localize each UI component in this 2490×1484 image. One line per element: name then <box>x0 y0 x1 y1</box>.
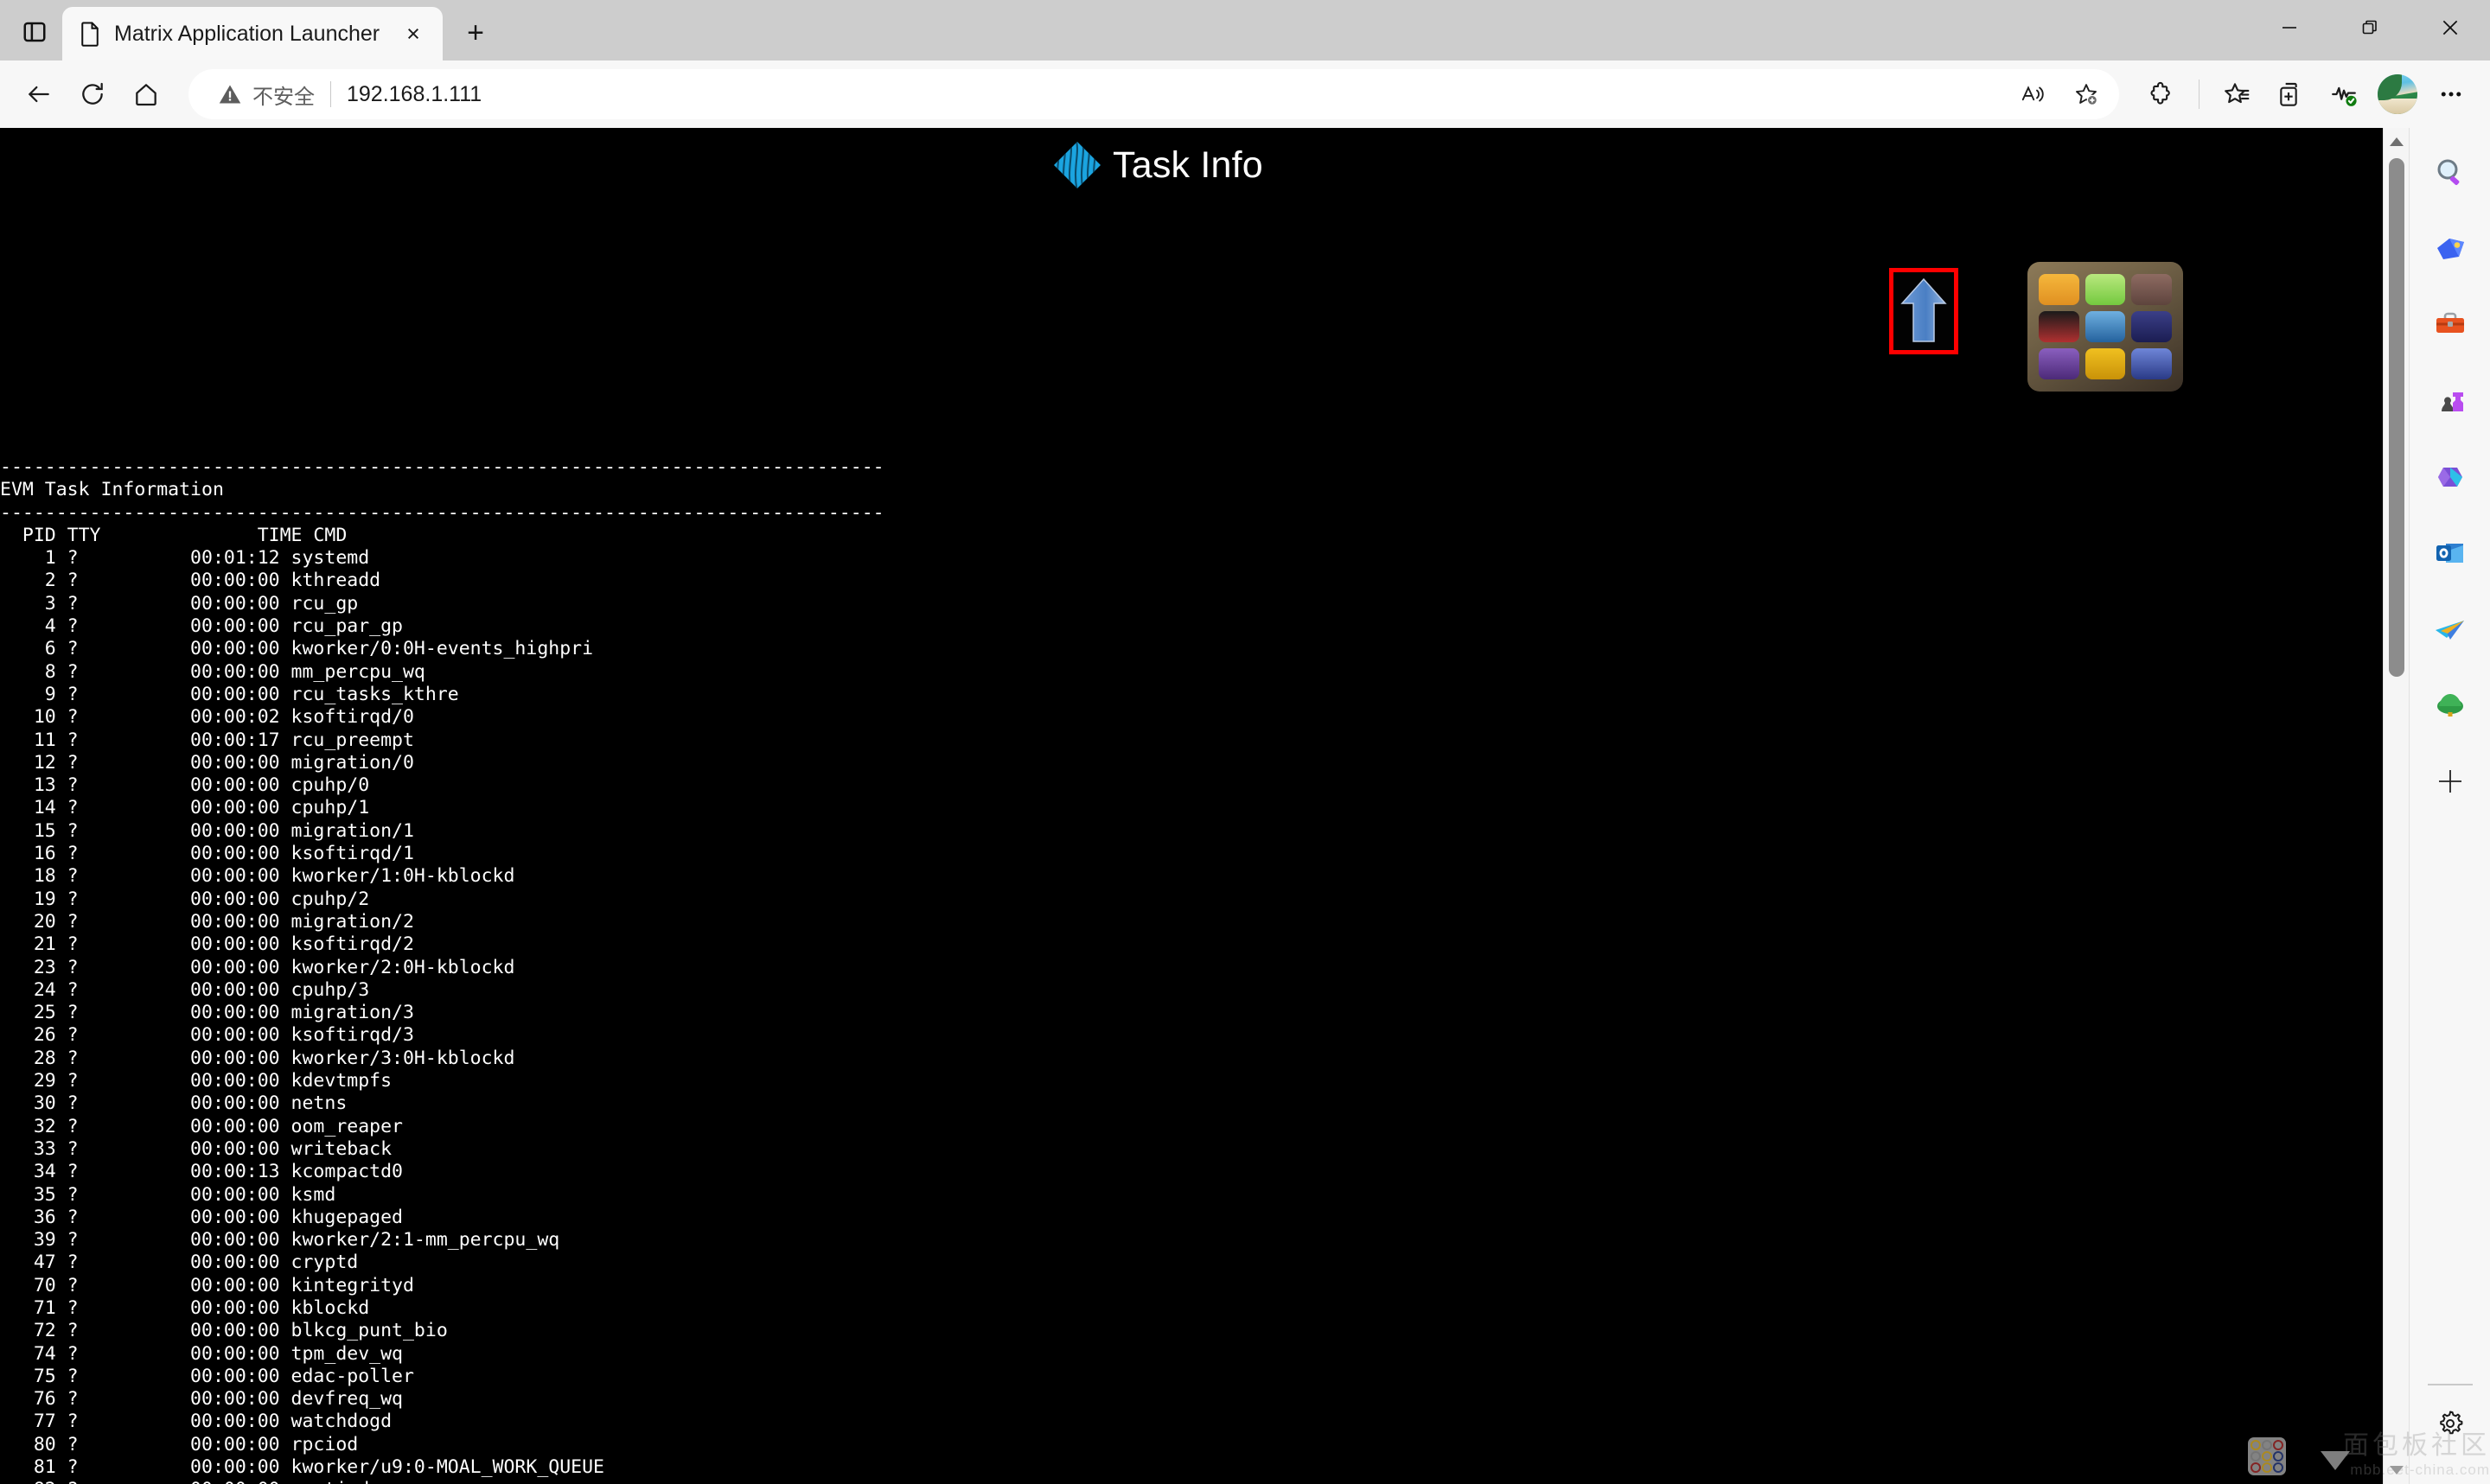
paper-plane-icon[interactable] <box>2421 600 2480 659</box>
blue-up-arrow-icon <box>1900 277 1947 342</box>
add-favorite-icon[interactable] <box>2062 70 2110 118</box>
sidebar-divider <box>2427 1384 2473 1385</box>
security-label: 不安全 <box>252 85 315 109</box>
url-text[interactable]: 192.168.1.111 <box>347 82 2008 107</box>
scroll-down-arrow-icon[interactable] <box>2384 1458 2409 1482</box>
shopping-tag-icon[interactable] <box>2421 220 2480 278</box>
toolbar-divider <box>2199 80 2200 109</box>
close-icon[interactable]: × <box>396 16 431 51</box>
document-icon <box>78 21 102 47</box>
extensions-icon[interactable] <box>2135 67 2188 121</box>
chip-icon[interactable] <box>2131 274 2172 305</box>
close-icon[interactable] <box>2410 0 2490 55</box>
browser-toolbar: 不安全 192.168.1.111 <box>0 61 2490 128</box>
matrix-wave-logo-icon <box>1050 138 1104 192</box>
refresh-icon[interactable] <box>66 67 119 121</box>
browser-tab[interactable]: Matrix Application Launcher × <box>62 7 443 61</box>
page-header: Task Info <box>0 128 2383 392</box>
gear-icon[interactable] <box>2421 1394 2480 1453</box>
scrollbar-thumb[interactable] <box>2389 158 2404 677</box>
2d-icon[interactable] <box>2085 274 2126 305</box>
tree-icon[interactable] <box>2421 676 2480 735</box>
security-warning[interactable]: 不安全 <box>218 80 315 110</box>
home-icon[interactable] <box>119 67 173 121</box>
omnibox-actions <box>2008 70 2110 118</box>
scroll-up-arrow-icon[interactable] <box>2384 130 2409 154</box>
read-aloud-icon[interactable] <box>2008 70 2057 118</box>
profile-avatar[interactable] <box>2371 67 2424 121</box>
page-title: Task Info <box>1113 143 1263 186</box>
gears-icon[interactable] <box>2039 348 2079 379</box>
more-options-icon[interactable] <box>2424 67 2478 121</box>
page-viewport: Task Info ------------------------------… <box>0 128 2490 1484</box>
application-launcher-grid[interactable] <box>2027 262 2183 392</box>
tab-strip: Matrix Application Launcher × + <box>0 0 2490 61</box>
usb-icon[interactable] <box>2131 311 2172 342</box>
avatar <box>2378 74 2417 114</box>
restore-icon[interactable] <box>2329 0 2410 55</box>
notes-icon[interactable] <box>2085 348 2126 379</box>
tools-icon[interactable] <box>2421 296 2480 354</box>
window-controls <box>2249 0 2490 55</box>
warning-triangle-icon <box>219 85 241 104</box>
add-icon[interactable] <box>2421 752 2480 811</box>
collections-icon[interactable] <box>2263 67 2317 121</box>
page-scrollbar[interactable] <box>2383 128 2409 1484</box>
brand: Task Info <box>1050 138 1263 192</box>
watermark-logo <box>2248 1437 2286 1475</box>
bug-icon[interactable] <box>2039 274 2079 305</box>
lock-icon[interactable] <box>2131 348 2172 379</box>
search-icon[interactable] <box>2421 143 2480 202</box>
new-tab-button[interactable]: + <box>451 9 500 57</box>
browser-essentials-icon[interactable] <box>2317 67 2371 121</box>
back-arrow-icon[interactable] <box>12 67 66 121</box>
sidebar-bottom <box>2421 1379 2480 1484</box>
microsoft-365-icon[interactable] <box>2421 448 2480 506</box>
omnibox-divider <box>330 81 331 107</box>
minimize-icon[interactable] <box>2249 0 2329 55</box>
media-icon[interactable] <box>2085 311 2126 342</box>
edge-sidebar <box>2409 128 2490 1484</box>
up-arrow-highlight[interactable] <box>1889 268 1958 354</box>
address-bar[interactable]: 不安全 192.168.1.111 <box>188 69 2119 119</box>
games-icon[interactable] <box>2421 372 2480 430</box>
browser-window: Matrix Application Launcher × + 不安全 192.… <box>0 0 2490 1484</box>
tab-actions-icon[interactable] <box>7 7 62 57</box>
watermark-triangle-icon <box>2321 1451 2350 1470</box>
web-page-content: Task Info ------------------------------… <box>0 128 2383 1484</box>
terminal-output: ----------------------------------------… <box>0 456 884 1484</box>
tab-title: Matrix Application Launcher <box>114 21 380 46</box>
favorites-icon[interactable] <box>2210 67 2263 121</box>
clock-icon[interactable] <box>2039 311 2079 342</box>
outlook-icon[interactable] <box>2421 524 2480 583</box>
